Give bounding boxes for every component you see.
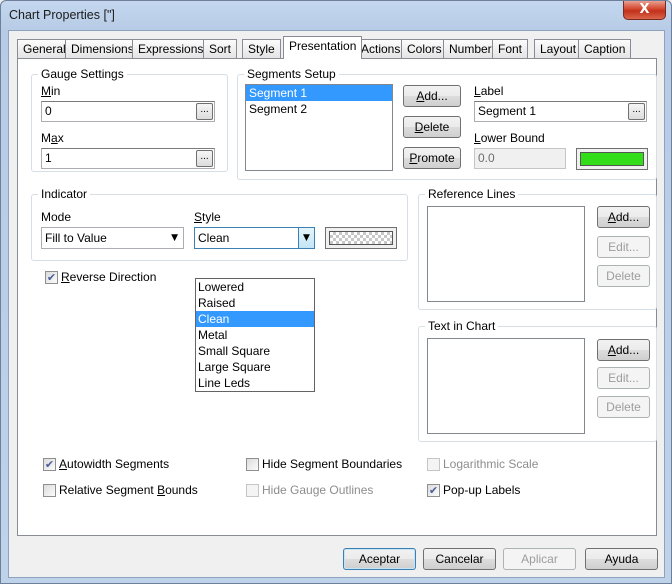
popup-labels-label: Pop-up Labels bbox=[443, 483, 521, 497]
hide-gauge-outlines-checkbox[interactable] bbox=[246, 484, 259, 497]
text-in-chart-list[interactable] bbox=[427, 338, 585, 434]
dialog-client: General Dimensions Expressions Sort Styl… bbox=[8, 30, 665, 578]
autowidth-segments-label: Autowidth Segments bbox=[59, 457, 170, 471]
max-ellipsis-button[interactable]: ... bbox=[196, 150, 213, 167]
delete-reference-line-button[interactable]: Delete bbox=[597, 265, 650, 287]
tab-actions[interactable]: Actions bbox=[355, 39, 407, 58]
gauge-settings-title: Gauge Settings bbox=[38, 67, 127, 81]
autowidth-segments-checkbox[interactable]: ✔ bbox=[43, 458, 56, 471]
cancel-button[interactable]: Cancelar bbox=[423, 548, 496, 570]
style-option-raised[interactable]: Raised bbox=[196, 295, 314, 311]
edit-reference-line-button[interactable]: Edit... bbox=[597, 236, 650, 258]
style-option-lowered[interactable]: Lowered bbox=[196, 279, 314, 295]
style-dropdown-list[interactable]: Lowered Raised Clean Metal Small Square … bbox=[195, 278, 315, 392]
apply-button[interactable]: Aplicar bbox=[503, 548, 576, 570]
lower-bound-field[interactable]: 0.0 bbox=[474, 148, 566, 169]
hide-segment-boundaries-label: Hide Segment Boundaries bbox=[262, 457, 403, 471]
style-option-line-leds[interactable]: Line Leds bbox=[196, 375, 314, 391]
tab-expressions[interactable]: Expressions bbox=[132, 39, 210, 58]
tab-general[interactable]: General bbox=[17, 39, 72, 58]
tab-presentation[interactable]: Presentation bbox=[283, 36, 363, 59]
logarithmic-scale-checkbox[interactable] bbox=[427, 458, 440, 471]
title-bar[interactable]: Chart Properties ["] X bbox=[1, 1, 671, 31]
style-option-small-square[interactable]: Small Square bbox=[196, 343, 314, 359]
text-in-chart-title: Text in Chart bbox=[425, 319, 499, 333]
reference-lines-title: Reference Lines bbox=[425, 187, 519, 201]
style-label: Style bbox=[194, 210, 221, 224]
delete-text-button[interactable]: Delete bbox=[597, 396, 650, 418]
min-field[interactable]: 0 bbox=[41, 101, 215, 122]
mode-label: Mode bbox=[41, 210, 72, 224]
edit-text-button[interactable]: Edit... bbox=[597, 367, 650, 389]
tab-colors[interactable]: Colors bbox=[401, 39, 448, 58]
close-icon: X bbox=[639, 2, 650, 17]
help-button[interactable]: Ayuda bbox=[585, 548, 658, 570]
segment-color-button[interactable] bbox=[576, 148, 648, 170]
relative-segment-bounds-checkbox[interactable] bbox=[43, 484, 56, 497]
tab-sort[interactable]: Sort bbox=[203, 39, 238, 58]
label-ellipsis-button[interactable]: ... bbox=[628, 103, 645, 120]
tab-caption[interactable]: Caption bbox=[578, 39, 632, 58]
style-select[interactable]: Clean ▼ bbox=[194, 227, 315, 249]
tab-number[interactable]: Number bbox=[443, 39, 498, 58]
segment-item[interactable]: Segment 2 bbox=[246, 101, 392, 117]
popup-labels-checkbox[interactable]: ✔ bbox=[427, 484, 440, 497]
style-option-metal[interactable]: Metal bbox=[196, 327, 314, 343]
indicator-color-button[interactable] bbox=[325, 227, 397, 249]
hide-segment-boundaries-checkbox[interactable] bbox=[246, 458, 259, 471]
tab-style[interactable]: Style bbox=[242, 39, 281, 58]
chevron-down-icon: ▼ bbox=[171, 233, 178, 243]
segments-setup-title: Segments Setup bbox=[244, 67, 339, 81]
mode-select[interactable]: Fill to Value ▼ bbox=[41, 227, 184, 249]
close-button[interactable]: X bbox=[623, 1, 666, 20]
style-option-large-square[interactable]: Large Square bbox=[196, 359, 314, 375]
min-ellipsis-button[interactable]: ... bbox=[196, 103, 213, 120]
accept-button[interactable]: Aceptar bbox=[343, 548, 416, 570]
min-label: Min bbox=[41, 84, 61, 98]
label-caption: Label bbox=[474, 84, 504, 98]
segment-label-field[interactable]: Segment 1 bbox=[474, 101, 647, 122]
segment-color-swatch bbox=[580, 152, 644, 166]
reverse-direction-label: Reverse Direction bbox=[61, 270, 157, 284]
add-reference-line-button[interactable]: Add... bbox=[597, 206, 650, 228]
dialog-window: Chart Properties ["] X General Dimension… bbox=[0, 0, 672, 584]
logarithmic-scale-label: Logarithmic Scale bbox=[443, 457, 539, 471]
presentation-panel: Gauge Settings Min 0 ... Max 1 ... Segme… bbox=[17, 58, 657, 536]
promote-segment-button[interactable]: Promote bbox=[403, 147, 461, 169]
indicator-title: Indicator bbox=[38, 187, 91, 201]
segments-list[interactable]: Segment 1 Segment 2 bbox=[245, 84, 393, 171]
tab-font[interactable]: Font bbox=[492, 39, 529, 58]
relative-segment-bounds-label: Relative Segment Bounds bbox=[59, 483, 198, 497]
tab-dimensions[interactable]: Dimensions bbox=[65, 39, 140, 58]
tab-layout[interactable]: Layout bbox=[534, 39, 583, 58]
chevron-down-icon: ▼ bbox=[298, 228, 314, 248]
delete-segment-button[interactable]: Delete bbox=[403, 116, 461, 138]
max-label: Max bbox=[41, 131, 64, 145]
add-text-button[interactable]: Add... bbox=[597, 339, 650, 361]
window-title: Chart Properties ["] bbox=[9, 8, 115, 22]
style-option-clean[interactable]: Clean bbox=[196, 311, 314, 327]
segment-item[interactable]: Segment 1 bbox=[246, 85, 392, 101]
add-segment-button[interactable]: Add... bbox=[403, 85, 461, 107]
reverse-direction-checkbox[interactable]: ✔ bbox=[45, 271, 58, 284]
lower-bound-caption: Lower Bound bbox=[474, 131, 545, 145]
max-field[interactable]: 1 bbox=[41, 148, 215, 169]
hide-gauge-outlines-label: Hide Gauge Outlines bbox=[262, 483, 374, 497]
transparent-color-swatch bbox=[329, 231, 393, 245]
reference-lines-list[interactable] bbox=[427, 206, 585, 302]
